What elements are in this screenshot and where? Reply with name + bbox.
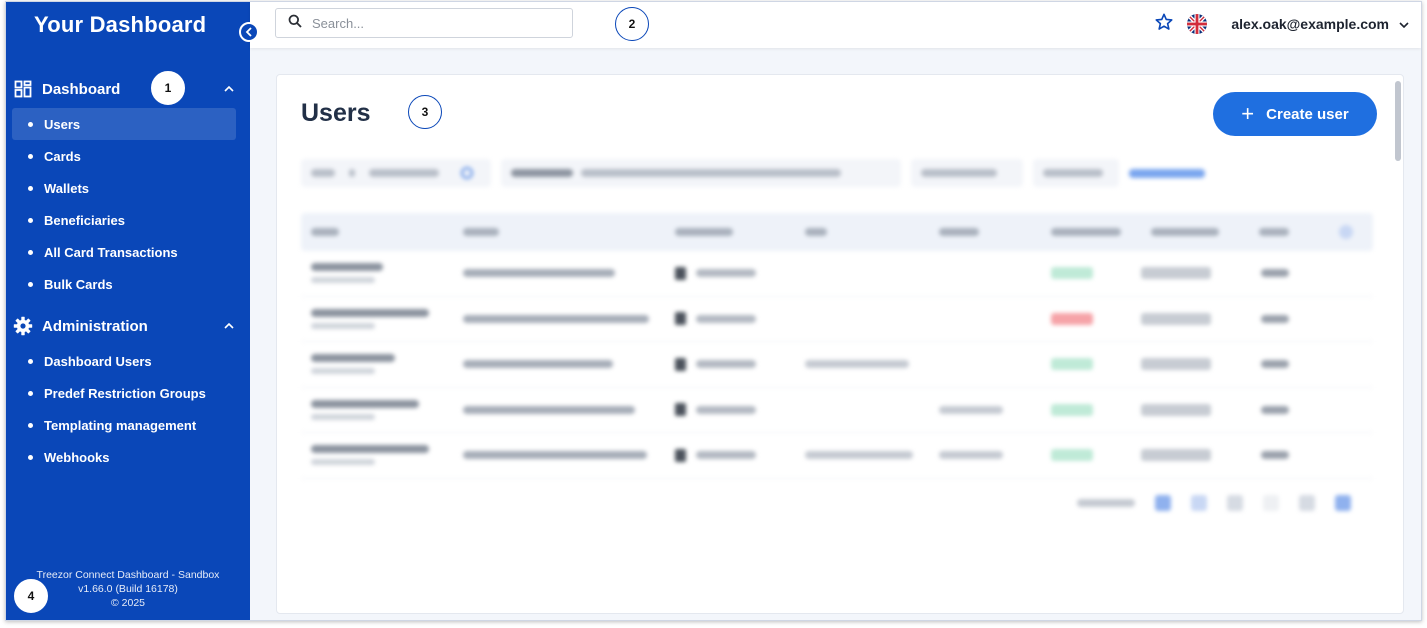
chevron-up-icon[interactable] — [220, 83, 238, 95]
scrollbar-thumb[interactable] — [1395, 81, 1401, 161]
sidebar-item-dashboard-users[interactable]: Dashboard Users — [12, 345, 236, 377]
sidebar-item-label: All Card Transactions — [44, 244, 178, 260]
dashboard-grid-icon — [12, 78, 34, 100]
table-row[interactable] — [301, 251, 1373, 297]
app-window: Your Dashboard Dashboard Users Cards Wal… — [5, 1, 1422, 621]
table-row[interactable] — [301, 342, 1373, 388]
sidebar-section-title: Dashboard — [42, 80, 121, 98]
annotation-marker-2: 2 — [615, 7, 649, 41]
sidebar: Your Dashboard Dashboard Users Cards Wal… — [6, 2, 250, 620]
sidebar-section-dashboard: Dashboard Users Cards Wallets Beneficiar… — [6, 74, 250, 300]
sidebar-item-label: Wallets — [44, 180, 90, 196]
bullet-icon — [28, 249, 33, 255]
bullet-icon — [28, 153, 33, 159]
gear-icon — [12, 315, 34, 337]
search-input[interactable] — [312, 15, 552, 31]
sidebar-section-header-dashboard[interactable]: Dashboard — [6, 74, 250, 104]
sidebar-item-cards[interactable]: Cards — [12, 140, 236, 172]
chevron-up-icon[interactable] — [220, 320, 238, 332]
chevron-down-icon[interactable] — [1399, 15, 1409, 33]
filters-button[interactable] — [1033, 159, 1119, 187]
sidebar-item-all-card-transactions[interactable]: All Card Transactions — [12, 236, 236, 268]
sidebar-collapse-button[interactable] — [239, 22, 259, 42]
sidebar-item-predef-restriction-groups[interactable]: Predef Restriction Groups — [12, 377, 236, 409]
table-row[interactable] — [301, 433, 1373, 479]
topbar: alex.oak@example.com — [250, 2, 1421, 48]
search-icon — [288, 14, 302, 33]
users-table — [301, 213, 1373, 479]
footer-product: Treezor Connect Dashboard - Sandbox — [36, 569, 220, 581]
brand-title: Your Dashboard — [34, 12, 207, 37]
chevron-left-icon — [245, 27, 252, 37]
bullet-icon — [28, 185, 33, 191]
table-row[interactable] — [301, 388, 1373, 433]
filter-bar — [301, 159, 1261, 187]
sidebar-item-label: Bulk Cards — [44, 276, 113, 292]
bullet-icon — [28, 217, 33, 223]
sidebar-item-label: Webhooks — [44, 449, 110, 465]
sidebar-item-templating-management[interactable]: Templating management — [12, 409, 236, 441]
table-row[interactable] — [301, 297, 1373, 342]
topbar-right: alex.oak@example.com — [1155, 12, 1409, 36]
create-user-button[interactable]: + Create user — [1213, 92, 1377, 136]
create-user-label: Create user — [1266, 105, 1349, 123]
pagination — [1077, 495, 1351, 511]
sidebar-section-header-administration[interactable]: Administration — [6, 311, 250, 341]
sidebar-section-title: Administration — [42, 317, 148, 335]
sidebar-item-beneficiaries[interactable]: Beneficiaries — [12, 204, 236, 236]
table-header — [301, 213, 1373, 251]
user-status-filter[interactable] — [911, 159, 1023, 187]
sidebar-item-label: Cards — [44, 148, 81, 164]
sidebar-section-administration: Administration Dashboard Users Predef Re… — [6, 311, 250, 473]
sidebar-item-wallets[interactable]: Wallets — [12, 172, 236, 204]
bullet-icon — [28, 358, 33, 364]
bullet-icon — [28, 422, 33, 428]
sidebar-item-label: Beneficiaries — [44, 212, 125, 228]
sidebar-item-webhooks[interactable]: Webhooks — [12, 441, 236, 473]
bullet-icon — [28, 390, 33, 396]
bullet-icon — [28, 454, 33, 460]
sidebar-item-label: Users — [44, 116, 81, 132]
sidebar-item-label: Templating management — [44, 417, 197, 433]
uk-flag-icon[interactable] — [1187, 14, 1208, 34]
user-type-filter[interactable] — [501, 159, 901, 187]
clear-filters-link[interactable] — [1129, 168, 1205, 178]
bullet-icon — [28, 121, 33, 127]
star-icon[interactable] — [1155, 13, 1173, 36]
users-card: Users + Create user — [276, 74, 1404, 614]
annotation-marker-3: 3 — [408, 95, 442, 129]
sidebar-item-bulk-cards[interactable]: Bulk Cards — [12, 268, 236, 300]
search-filter[interactable] — [301, 159, 491, 187]
sidebar-item-label: Dashboard Users — [44, 353, 152, 369]
annotation-marker-4: 4 — [14, 579, 48, 613]
plus-icon: + — [1241, 101, 1255, 126]
search-box[interactable] — [275, 8, 573, 38]
user-menu-email[interactable]: alex.oak@example.com — [1231, 16, 1389, 32]
bullet-icon — [28, 281, 33, 287]
sidebar-item-users[interactable]: Users — [12, 108, 236, 140]
page-title: Users — [301, 99, 371, 127]
annotation-marker-1: 1 — [151, 71, 185, 105]
sidebar-item-label: Predef Restriction Groups — [44, 385, 206, 401]
